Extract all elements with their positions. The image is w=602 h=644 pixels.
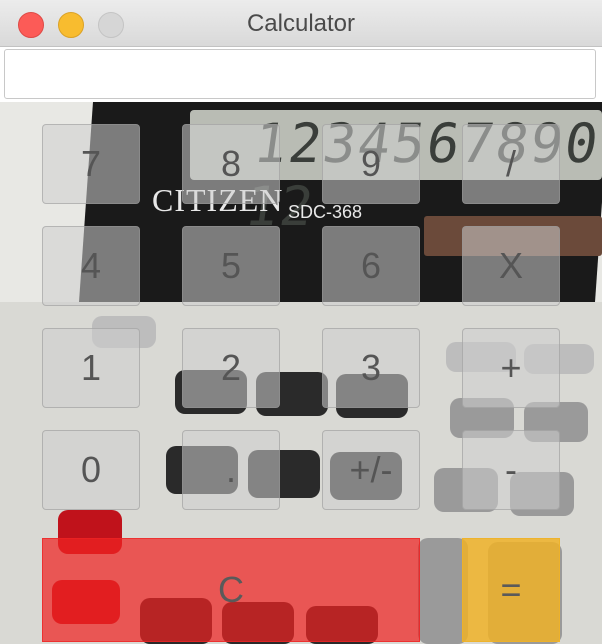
title-bar[interactable]: Calculator [0,0,602,47]
key-7[interactable]: 7 [42,124,140,204]
decimal-point-button[interactable]: . [182,430,280,510]
key-3[interactable]: 3 [322,328,420,408]
calculator-window: Calculator 1234567890 12 CITIZEN SDC-368… [0,0,602,644]
key-9[interactable]: 9 [322,124,420,204]
subtract-button[interactable]: - [462,430,560,510]
key-2[interactable]: 2 [182,328,280,408]
key-1[interactable]: 1 [42,328,140,408]
photo-key [418,538,468,644]
display-field[interactable] [4,49,596,99]
clear-button[interactable]: C [42,538,420,642]
multiply-button[interactable]: X [462,226,560,306]
key-0[interactable]: 0 [42,430,140,510]
key-6[interactable]: 6 [322,226,420,306]
equals-button[interactable]: = [462,538,560,642]
sign-toggle-button[interactable]: +/- [322,430,420,510]
window-title: Calculator [246,10,356,37]
key-4[interactable]: 4 [42,226,140,306]
divide-button[interactable]: / [462,124,560,204]
key-5[interactable]: 5 [182,226,280,306]
photo-model-text: SDC-368 [288,202,363,222]
key-8[interactable]: 8 [182,124,280,204]
add-button[interactable]: + [462,328,560,408]
